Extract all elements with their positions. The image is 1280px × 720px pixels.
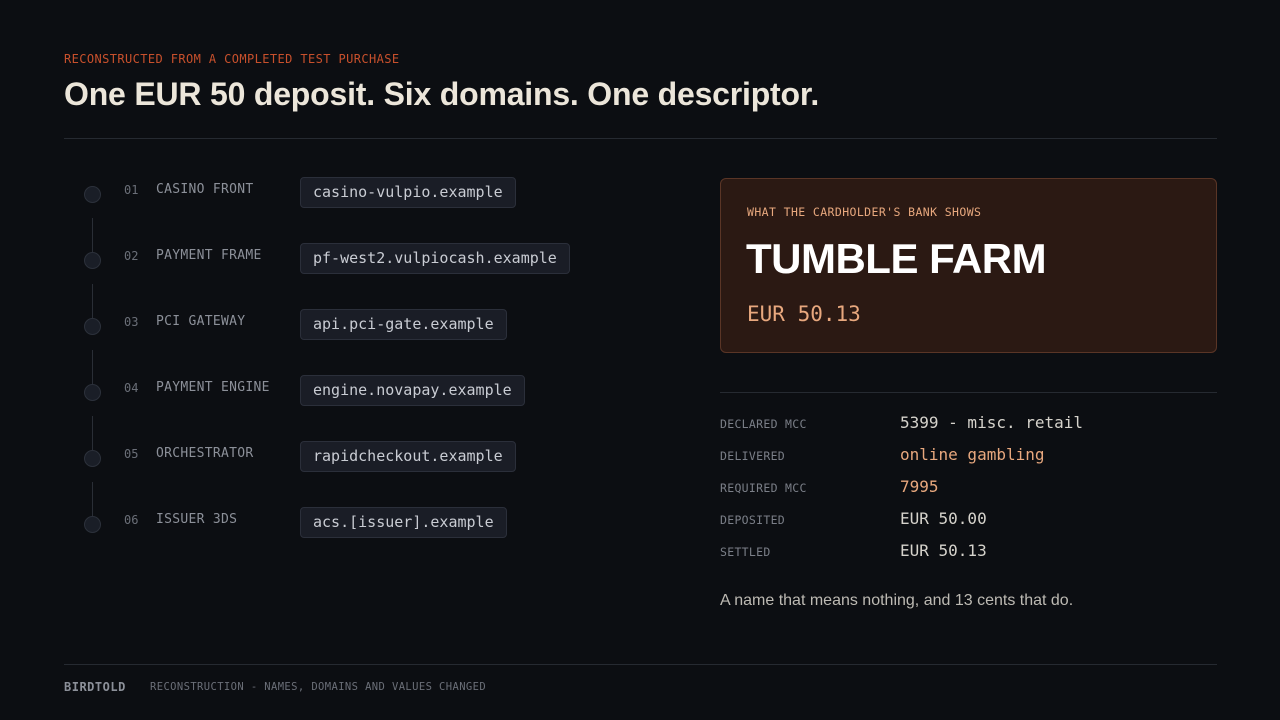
fact-key: REQUIRED MCC xyxy=(720,481,807,495)
domain-chip: rapidcheckout.example xyxy=(300,441,516,472)
domain-chip: casino-vulpio.example xyxy=(300,177,516,208)
footer-brand: BIRDTOLD xyxy=(64,680,126,694)
domain-chip: api.pci-gate.example xyxy=(300,309,507,340)
step-dot xyxy=(84,516,101,533)
fact-row: DECLARED MCC 5399 - misc. retail xyxy=(720,410,1217,438)
step-number: 06 xyxy=(124,513,139,527)
caption: A name that means nothing, and 13 cents … xyxy=(720,592,1074,609)
step-label: ISSUER 3DS xyxy=(156,512,238,527)
chain-step: 01 CASINO FRONT casino-vulpio.example xyxy=(64,170,664,210)
step-label: CASINO FRONT xyxy=(156,182,254,197)
fact-key: SETTLED xyxy=(720,545,771,559)
footer-note: RECONSTRUCTION - NAMES, DOMAINS AND VALU… xyxy=(150,681,487,693)
fact-value: 7995 xyxy=(900,477,939,496)
header-divider xyxy=(64,138,1217,139)
fact-value: EUR 50.00 xyxy=(900,509,987,528)
step-number: 03 xyxy=(124,315,139,329)
domain-chip: pf-west2.vulpiocash.example xyxy=(300,243,570,274)
card-eyebrow: WHAT THE CARDHOLDER'S BANK SHOWS xyxy=(747,205,982,219)
domain-chip: engine.novapay.example xyxy=(300,375,525,406)
bank-descriptor-card: WHAT THE CARDHOLDER'S BANK SHOWS TUMBLE … xyxy=(720,178,1217,353)
fact-row: DEPOSITED EUR 50.00 xyxy=(720,506,1217,534)
fact-value: EUR 50.13 xyxy=(900,541,987,560)
step-label: ORCHESTRATOR xyxy=(156,446,254,461)
step-number: 02 xyxy=(124,249,139,263)
descriptor-amount: EUR 50.13 xyxy=(747,302,861,326)
chain-step: 03 PCI GATEWAY api.pci-gate.example xyxy=(64,302,664,342)
fact-row: DELIVERED online gambling xyxy=(720,442,1217,470)
step-number: 04 xyxy=(124,381,139,395)
descriptor-name: TUMBLE FARM xyxy=(746,235,1047,282)
chain-step: 05 ORCHESTRATOR rapidcheckout.example xyxy=(64,434,664,474)
domain-chip: acs.[issuer].example xyxy=(300,507,507,538)
step-dot xyxy=(84,186,101,203)
chain-step: 02 PAYMENT FRAME pf-west2.vulpiocash.exa… xyxy=(64,236,664,276)
fact-row: SETTLED EUR 50.13 xyxy=(720,538,1217,566)
step-number: 01 xyxy=(124,183,139,197)
fact-row: REQUIRED MCC 7995 xyxy=(720,474,1217,502)
chain-step: 04 PAYMENT ENGINE engine.novapay.example xyxy=(64,368,664,408)
step-dot xyxy=(84,318,101,335)
page-eyebrow: RECONSTRUCTED FROM A COMPLETED TEST PURC… xyxy=(64,52,400,66)
fact-key: DELIVERED xyxy=(720,449,786,463)
chain-step: 06 ISSUER 3DS acs.[issuer].example xyxy=(64,500,664,540)
step-dot xyxy=(84,450,101,467)
step-dot xyxy=(84,252,101,269)
footer-divider xyxy=(64,664,1217,665)
fact-key: DECLARED MCC xyxy=(720,417,807,431)
step-label: PCI GATEWAY xyxy=(156,314,246,329)
facts-divider xyxy=(720,392,1217,393)
step-number: 05 xyxy=(124,447,139,461)
fact-value: 5399 - misc. retail xyxy=(900,413,1084,432)
step-label: PAYMENT ENGINE xyxy=(156,380,270,395)
fact-value: online gambling xyxy=(900,445,1045,464)
step-label: PAYMENT FRAME xyxy=(156,248,262,263)
fact-key: DEPOSITED xyxy=(720,513,786,527)
page-title: One EUR 50 deposit. Six domains. One des… xyxy=(64,76,820,112)
step-dot xyxy=(84,384,101,401)
